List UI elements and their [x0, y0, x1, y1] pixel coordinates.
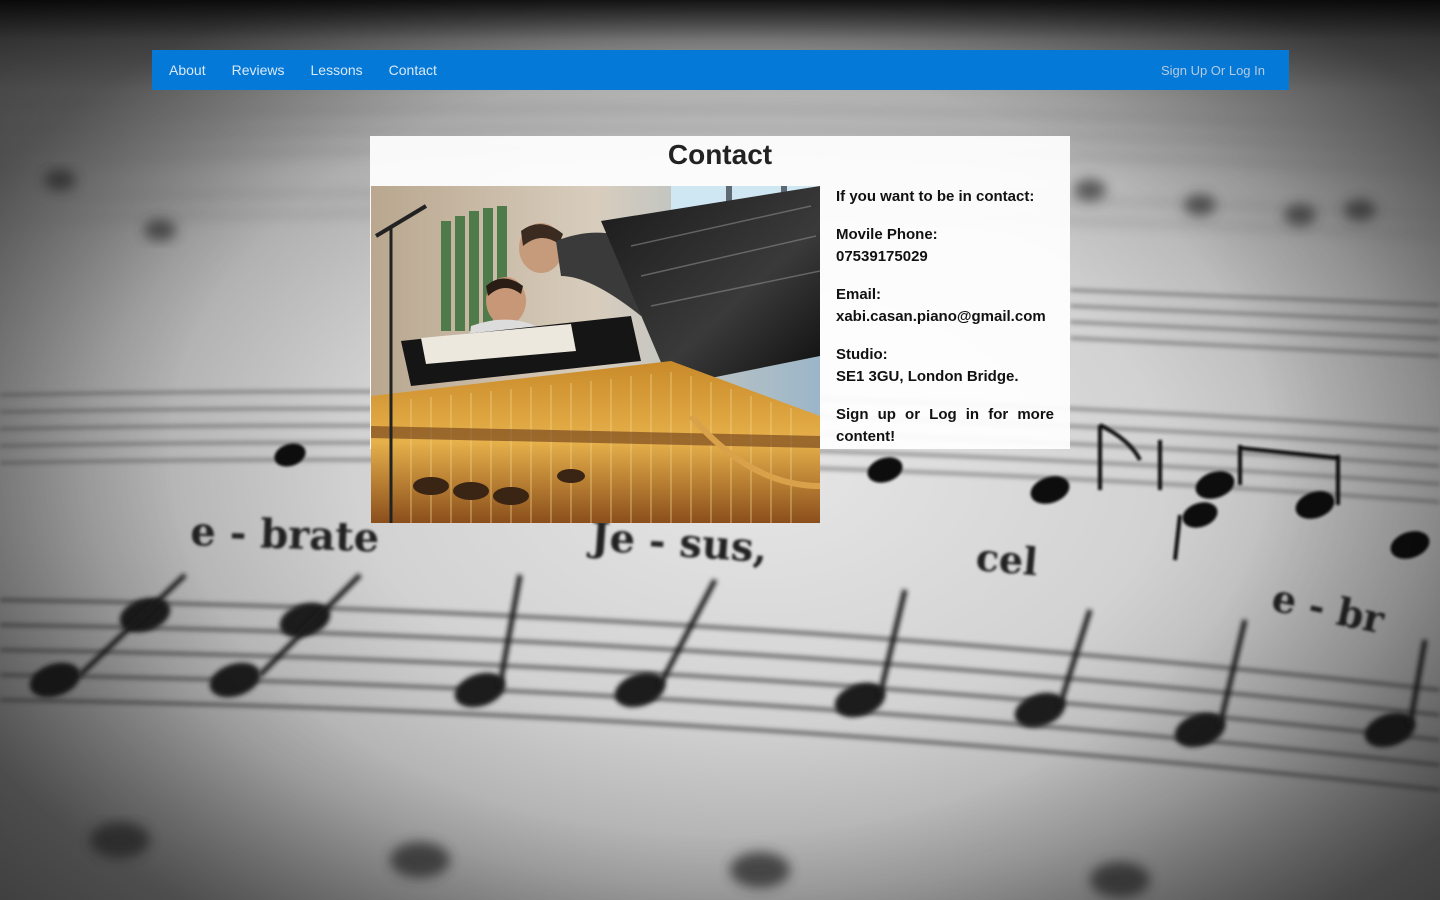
top-navbar: About Reviews Lessons Contact Sign Up Or… [152, 50, 1289, 90]
nav-link-lessons[interactable]: Lessons [311, 62, 363, 78]
contact-panel: Contact If you want to be in contact: Mo… [370, 136, 1070, 523]
email-block: Email: xabi.casan.piano@gmail.com [836, 284, 1054, 328]
piano-photo-illustration [371, 186, 820, 523]
nav-links: About Reviews Lessons Contact [169, 62, 463, 78]
nav-link-reviews[interactable]: Reviews [232, 62, 285, 78]
studio-label: Studio: [836, 346, 888, 363]
contact-intro: If you want to be in contact: [836, 188, 1035, 205]
page-title: Contact [667, 139, 773, 170]
sign-up-log-in-link[interactable]: Sign Up Or Log In [1161, 63, 1265, 78]
signup-prompt: Sign up or Log in for more content! [836, 406, 1054, 445]
studio-block: Studio: SE1 3GU, London Bridge. [836, 344, 1054, 388]
pianist-photo [371, 186, 820, 523]
nav-link-contact[interactable]: Contact [389, 62, 437, 78]
phone-label: Movile Phone: [836, 226, 938, 243]
phone-block: Movile Phone: 07539175029 [836, 224, 1054, 268]
nav-link-about[interactable]: About [169, 62, 206, 78]
studio-value: SE1 3GU, London Bridge. [836, 368, 1019, 385]
email-value: xabi.casan.piano@gmail.com [836, 308, 1046, 325]
phone-value: 07539175029 [836, 248, 928, 265]
email-label: Email: [836, 286, 882, 303]
contact-details: If you want to be in contact: Movile Pho… [836, 186, 1054, 464]
